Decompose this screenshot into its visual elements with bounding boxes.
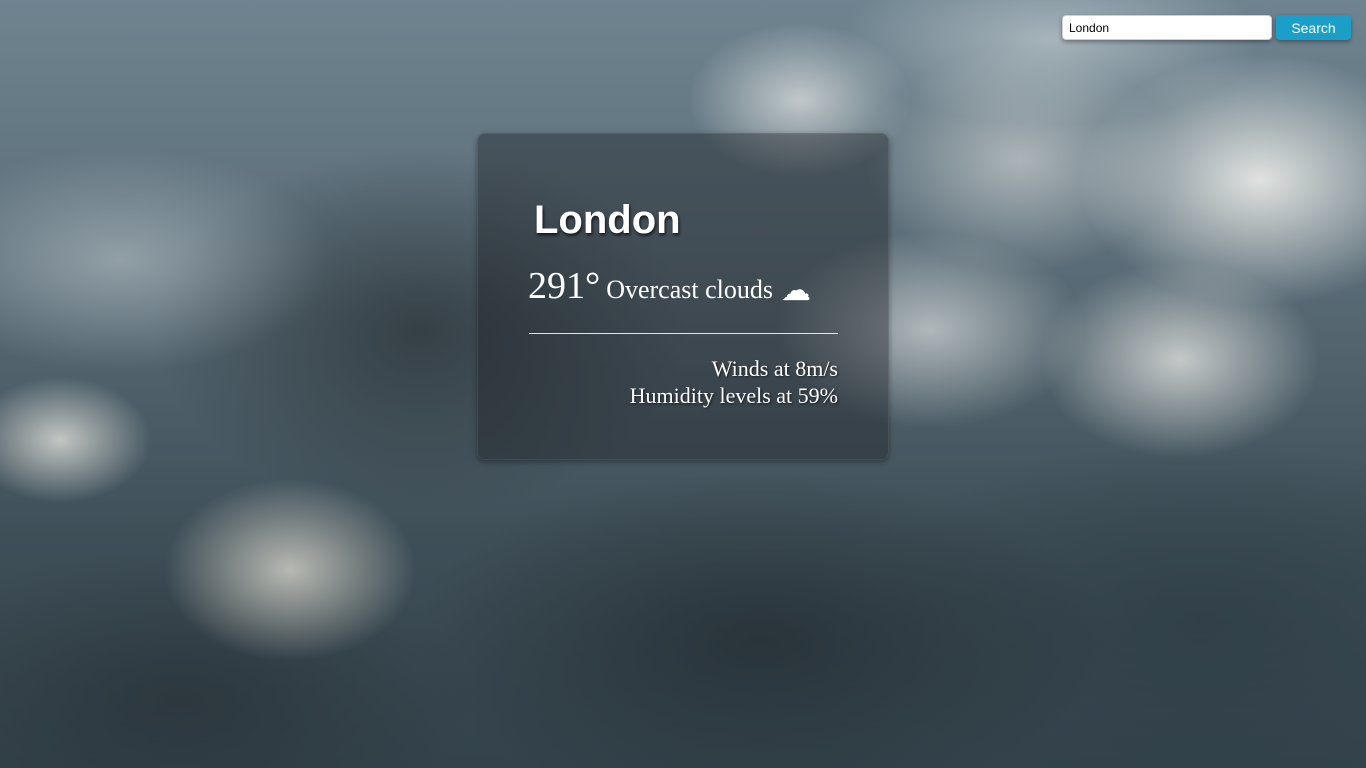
city-name: London xyxy=(534,198,681,242)
weather-details: Winds at 8m/s Humidity levels at 59% xyxy=(630,355,838,409)
weather-card: London 291° Overcast clouds ☁ Winds at 8… xyxy=(477,133,889,460)
wind-speed: Winds at 8m/s xyxy=(711,356,838,381)
city-search-input[interactable] xyxy=(1062,15,1272,40)
weather-description: Overcast clouds xyxy=(606,275,773,304)
humidity: Humidity levels at 59% xyxy=(629,383,838,408)
cloud-icon: ☁ xyxy=(780,274,811,307)
temperature-value: 291° xyxy=(528,265,601,307)
search-button[interactable]: Search xyxy=(1276,15,1351,40)
divider xyxy=(529,333,838,334)
current-conditions: 291° Overcast clouds ☁ xyxy=(528,264,811,308)
